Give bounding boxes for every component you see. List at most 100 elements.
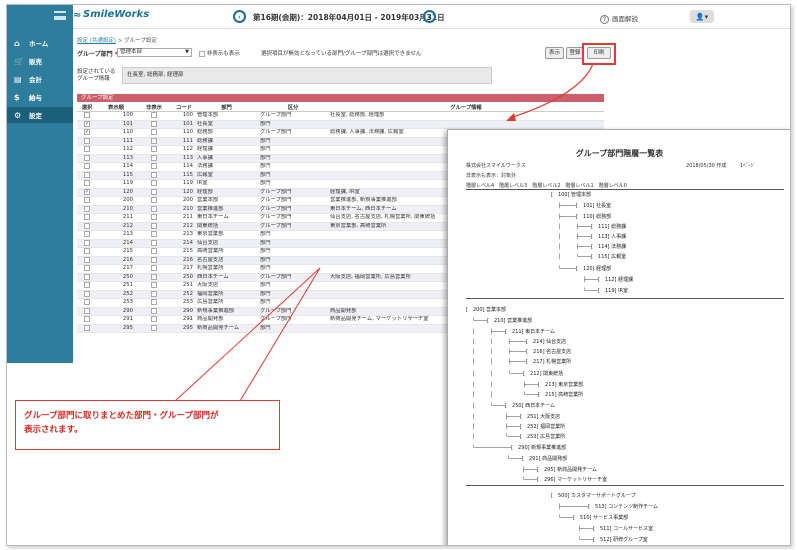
- checkbox[interactable]: [151, 163, 157, 169]
- select-checkbox-cell[interactable]: ✓: [77, 188, 97, 197]
- select-checkbox-cell[interactable]: [77, 298, 97, 308]
- checkbox[interactable]: [84, 205, 90, 212]
- hidden-checkbox-cell[interactable]: [135, 290, 173, 299]
- checkbox[interactable]: [84, 222, 90, 229]
- checkbox[interactable]: [84, 231, 90, 237]
- checkbox[interactable]: ✓: [84, 120, 90, 127]
- screen-help-link[interactable]: ? 画面解説: [600, 13, 638, 24]
- hidden-checkbox-cell[interactable]: [135, 281, 173, 291]
- checkbox[interactable]: [151, 146, 157, 152]
- select-checkbox-cell[interactable]: [77, 137, 97, 146]
- select-checkbox-cell[interactable]: [77, 111, 97, 121]
- hamburger-menu-icon[interactable]: [54, 11, 66, 20]
- checkbox[interactable]: [151, 239, 157, 246]
- column-header[interactable]: 非表示: [135, 103, 173, 112]
- breadcrumb-link[interactable]: 設定 (共通設定): [77, 38, 116, 44]
- checkbox[interactable]: [151, 273, 157, 280]
- select-checkbox-cell[interactable]: [77, 256, 97, 265]
- checkbox[interactable]: [151, 256, 157, 263]
- select-checkbox-cell[interactable]: [77, 171, 97, 180]
- hidden-checkbox-cell[interactable]: [135, 256, 173, 265]
- checkbox[interactable]: [84, 171, 90, 178]
- column-header[interactable]: 選択: [77, 103, 97, 112]
- sidebar-item[interactable]: ⌂ ホーム: [7, 35, 73, 51]
- checkbox[interactable]: [151, 316, 157, 322]
- hidden-checkbox-cell[interactable]: [135, 298, 173, 308]
- hidden-checkbox-cell[interactable]: [135, 145, 173, 155]
- checkbox[interactable]: [84, 290, 90, 297]
- hidden-checkbox-cell[interactable]: [135, 205, 173, 214]
- select-checkbox-cell[interactable]: [77, 239, 97, 248]
- checkbox[interactable]: [84, 316, 90, 322]
- hidden-checkbox-cell[interactable]: [135, 128, 173, 138]
- checkbox[interactable]: [84, 214, 90, 220]
- checkbox[interactable]: [151, 129, 157, 135]
- checkbox-box[interactable]: [199, 50, 205, 57]
- column-header[interactable]: 表示順: [97, 103, 135, 112]
- checkbox[interactable]: [151, 197, 157, 203]
- select-checkbox-cell[interactable]: [77, 264, 97, 274]
- column-header[interactable]: 区分: [258, 103, 328, 112]
- checkbox[interactable]: [84, 197, 90, 203]
- sidebar-item[interactable]: ▤ 会計: [7, 71, 73, 87]
- checkbox[interactable]: [84, 163, 90, 169]
- select-checkbox-cell[interactable]: [77, 179, 97, 189]
- checkbox[interactable]: [151, 231, 157, 237]
- checkbox[interactable]: [151, 324, 157, 331]
- column-header[interactable]: グループ情報: [328, 103, 604, 112]
- user-menu-button[interactable]: 👤 ▾: [690, 10, 714, 23]
- checkbox[interactable]: [84, 265, 90, 271]
- select-checkbox-cell[interactable]: [77, 315, 97, 325]
- select-checkbox-cell[interactable]: [77, 222, 97, 231]
- sidebar-item[interactable]: 🛒 販売: [7, 53, 73, 69]
- show-hidden-checkbox[interactable]: 非表示も表示: [199, 49, 240, 57]
- hidden-checkbox-cell[interactable]: [135, 213, 173, 223]
- select-checkbox-cell[interactable]: ✓: [77, 120, 97, 129]
- next-period-button[interactable]: ›: [423, 10, 436, 23]
- hidden-checkbox-cell[interactable]: [135, 179, 173, 189]
- select-checkbox-cell[interactable]: [77, 213, 97, 223]
- checkbox[interactable]: [84, 273, 90, 280]
- checkbox[interactable]: ✓: [84, 129, 90, 135]
- checkbox[interactable]: [151, 214, 157, 220]
- checkbox[interactable]: [151, 222, 157, 229]
- select-checkbox-cell[interactable]: [77, 281, 97, 291]
- column-header[interactable]: 部門: [195, 103, 258, 112]
- checkbox[interactable]: [84, 154, 90, 161]
- hidden-checkbox-cell[interactable]: [135, 324, 173, 333]
- checkbox[interactable]: [84, 256, 90, 263]
- checkbox[interactable]: [151, 180, 157, 186]
- hidden-checkbox-cell[interactable]: [135, 154, 173, 163]
- hidden-checkbox-cell[interactable]: [135, 137, 173, 146]
- checkbox[interactable]: [84, 307, 90, 314]
- checkbox[interactable]: [151, 290, 157, 297]
- checkbox[interactable]: [151, 307, 157, 314]
- hidden-checkbox-cell[interactable]: [135, 222, 173, 231]
- app-logo[interactable]: ≈ SmileWorks: [73, 9, 149, 21]
- checkbox[interactable]: [84, 146, 90, 152]
- hidden-checkbox-cell[interactable]: [135, 196, 173, 206]
- checkbox[interactable]: [151, 265, 157, 271]
- checkbox[interactable]: [84, 324, 90, 331]
- sidebar-item[interactable]: ⚙ 設定: [7, 107, 73, 123]
- checkbox[interactable]: [151, 112, 157, 118]
- select-checkbox-cell[interactable]: [77, 196, 97, 206]
- hidden-checkbox-cell[interactable]: [135, 273, 173, 282]
- checkbox[interactable]: [151, 205, 157, 212]
- checkbox[interactable]: [151, 137, 157, 144]
- checkbox[interactable]: [84, 239, 90, 246]
- select-checkbox-cell[interactable]: [77, 273, 97, 282]
- checkbox[interactable]: ✓: [84, 188, 90, 195]
- hidden-checkbox-cell[interactable]: [135, 188, 173, 197]
- checkbox[interactable]: [151, 171, 157, 178]
- hidden-checkbox-cell[interactable]: [135, 171, 173, 180]
- hidden-checkbox-cell[interactable]: [135, 162, 173, 172]
- select-checkbox-cell[interactable]: [77, 230, 97, 240]
- sidebar-item[interactable]: $ 給与: [7, 89, 73, 105]
- select-checkbox-cell[interactable]: [77, 247, 97, 257]
- select-checkbox-cell[interactable]: [77, 162, 97, 172]
- hidden-checkbox-cell[interactable]: [135, 120, 173, 129]
- prev-period-button[interactable]: ‹: [233, 10, 246, 23]
- checkbox[interactable]: [151, 282, 157, 288]
- checkbox[interactable]: [84, 137, 90, 144]
